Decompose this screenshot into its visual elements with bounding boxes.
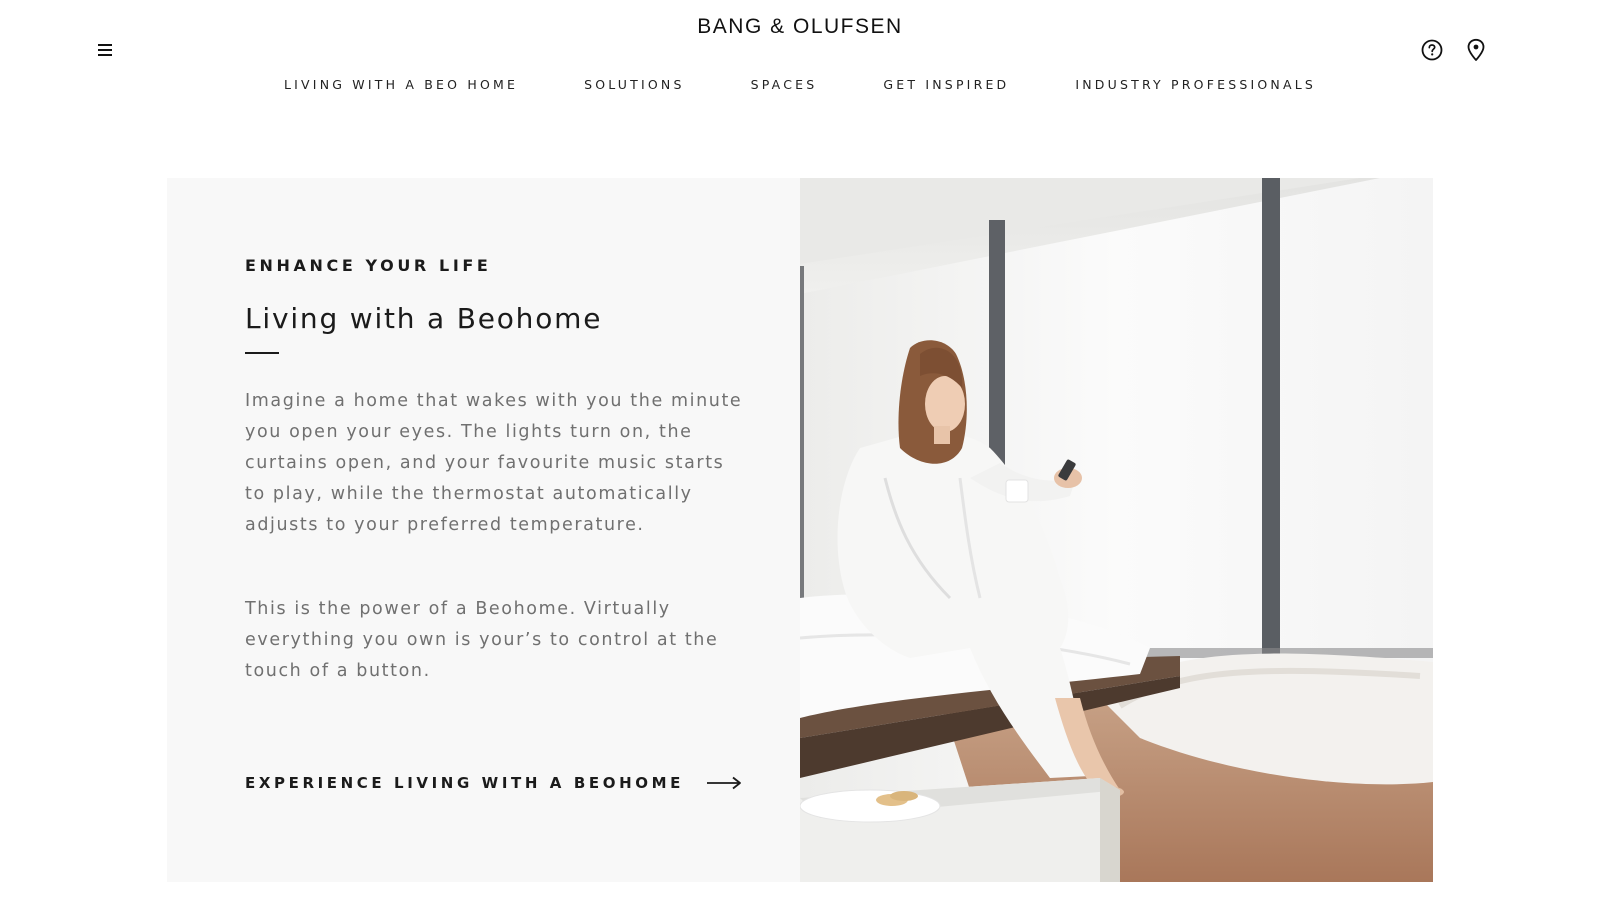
woman-in-bathrobe-with-phone-photo xyxy=(800,178,1433,882)
page: BANG & OLUFSEN LIVING WITH A BEO HOME SO… xyxy=(0,0,1600,903)
nav-item-get-inspired[interactable]: GET INSPIRED xyxy=(883,76,1009,94)
hero-text-panel: ENHANCE YOUR LIFE Living with a Beohome … xyxy=(167,178,800,882)
store-locator-pin-icon[interactable] xyxy=(1464,38,1488,62)
site-header: BANG & OLUFSEN LIVING WITH A BEO HOME SO… xyxy=(0,0,1600,110)
hero-eyebrow: ENHANCE YOUR LIFE xyxy=(245,256,492,275)
experience-beohome-link[interactable]: EXPERIENCE LIVING WITH A BEOHOME xyxy=(245,774,742,792)
arrow-right-icon xyxy=(706,776,741,790)
utility-icons xyxy=(1420,38,1488,62)
hamburger-menu-icon[interactable] xyxy=(96,42,114,58)
cta-label: EXPERIENCE LIVING WITH A BEOHOME xyxy=(245,774,684,792)
hero-paragraph-2: This is the power of a Beohome. Virtuall… xyxy=(245,599,719,681)
help-question-icon[interactable] xyxy=(1420,38,1444,62)
hero-paragraph-1: Imagine a home that wakes with you the m… xyxy=(245,391,743,535)
brand-logo[interactable]: BANG & OLUFSEN xyxy=(0,14,1600,40)
main-navigation: LIVING WITH A BEO HOME SOLUTIONS SPACES … xyxy=(0,76,1600,94)
hero-card: ENHANCE YOUR LIFE Living with a Beohome … xyxy=(167,178,1433,882)
nav-item-industry-professionals[interactable]: INDUSTRY PROFESSIONALS xyxy=(1075,76,1316,94)
hero-photo-illustration xyxy=(800,178,1433,882)
nav-item-solutions[interactable]: SOLUTIONS xyxy=(584,76,685,94)
hero-title: Living with a Beohome xyxy=(245,302,603,335)
nav-item-living-with-a-beo-home[interactable]: LIVING WITH A BEO HOME xyxy=(284,76,518,94)
title-divider xyxy=(245,352,279,354)
nav-item-spaces[interactable]: SPACES xyxy=(751,76,818,94)
